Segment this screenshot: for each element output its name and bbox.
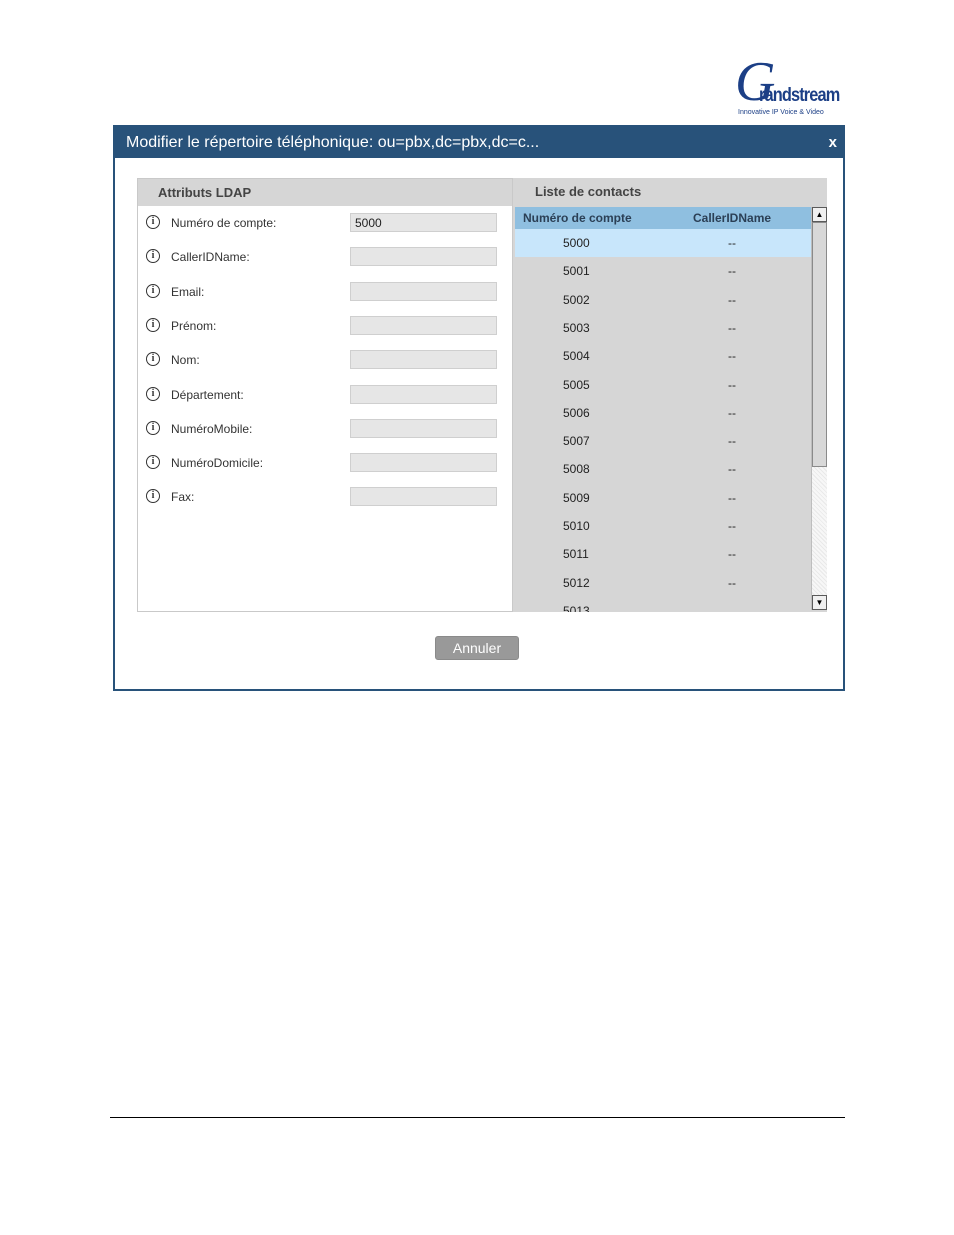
ldap-field-input[interactable] [350,384,497,404]
contact-row[interactable]: 5002 -- [515,286,811,314]
footer-divider [110,1117,845,1118]
info-icon[interactable]: i [146,455,160,470]
ldap-field-label: Département: [171,387,244,402]
ldap-field-label: CallerIDName: [171,250,250,265]
close-button[interactable]: x [829,134,837,151]
contact-callerid-name: -- [728,434,736,449]
contact-row[interactable]: 5001 -- [515,257,811,285]
contact-callerid-name: -- [728,575,736,590]
contacts-grid-body: 5000 -- 5001 -- 5002 -- 5003 -- 5004 -- 5005 -- 5006… [515,229,811,612]
contact-account-number: 5003 [563,320,590,335]
ldap-field-row: i NuméroMobile: [138,418,512,443]
ldap-field-label: Fax: [171,490,195,505]
contact-row[interactable]: 5005 -- [515,371,811,399]
column-header-callerid-name[interactable]: CallerIDName [693,211,771,225]
contact-account-number: 5013 [563,603,590,612]
scrollbar-thumb[interactable] [812,222,827,467]
contact-account-number: 5011 [563,547,589,562]
contact-account-number: 5001 [563,264,590,279]
contact-callerid-name: -- [728,405,736,420]
contact-account-number: 5010 [563,519,590,533]
arrow-up-icon[interactable]: ▲ [812,207,827,222]
ldap-field-label: Email: [171,284,205,299]
contact-account-number: 5012 [563,575,590,590]
logo-tagline: Innovative IP Voice & Video [738,109,824,116]
ldap-panel-header: Attributs LDAP [138,179,512,206]
ldap-field-input[interactable] [350,247,497,267]
cancel-button[interactable]: Annuler [435,636,519,660]
ldap-field-input[interactable] [350,453,497,473]
contact-list-panel: Liste de contacts Numéro de compte Calle… [513,178,827,612]
contact-row[interactable]: 5013 [515,597,811,612]
info-icon[interactable]: i [146,386,160,401]
contact-row[interactable]: 5004 -- [515,342,811,370]
ldap-field-input[interactable] [350,487,497,507]
info-icon[interactable]: i [146,352,160,367]
dialog-title: Modifier le répertoire téléphonique: ou=… [126,134,540,151]
info-icon[interactable]: i [146,489,160,504]
contact-account-number: 5005 [563,377,590,392]
info-icon[interactable]: i [146,283,160,298]
contact-row[interactable]: 5006 -- [515,399,811,427]
contact-callerid-name: -- [728,462,736,477]
ldap-field-label: NuméroMobile: [171,421,253,436]
contact-callerid-name: -- [728,236,736,250]
contact-account-number: 5009 [563,490,590,505]
ldap-field-row: i CallerIDName: [138,247,512,271]
contact-callerid-name: -- [728,264,736,279]
contacts-grid-header: Numéro de compte CallerIDName [515,207,811,229]
ldap-field-row: i NuméroDomicile: [138,453,512,477]
contact-callerid-name: -- [728,292,736,307]
grandstream-logo: G randstream Innovative IP Voice & Video [733,54,840,120]
contact-row[interactable]: 5008 -- [515,455,811,483]
contacts-scrollbar[interactable]: ▲ ▼ [811,207,827,610]
contact-account-number: 5002 [563,292,590,307]
contact-row[interactable]: 5007 -- [515,427,811,455]
contact-row[interactable]: 5010 -- [515,512,811,540]
ldap-field-row: i Département: [138,384,512,409]
ldap-field-row: i Email: [138,281,512,306]
info-icon[interactable]: i [146,215,160,229]
info-icon[interactable]: i [146,317,160,332]
edit-phonebook-dialog: Modifier le répertoire téléphonique: ou=… [113,125,845,691]
contact-account-number: 5004 [563,349,590,364]
contact-row[interactable]: 5012 -- [515,569,811,597]
ldap-field-input[interactable] [350,315,497,335]
contact-row[interactable]: 5003 -- [515,314,811,342]
ldap-field-input[interactable] [350,418,497,438]
contact-account-number: 5007 [563,434,590,449]
ldap-field-row: i Nom: [138,350,512,374]
ldap-field-row: i Numéro de compte: [138,213,512,237]
ldap-field-row: i Fax: [138,487,512,511]
ldap-field-label: Nom: [171,353,200,368]
contact-account-number: 5000 [563,236,590,250]
ldap-field-label: Prénom: [171,318,217,333]
contact-callerid-name: -- [728,490,736,505]
contact-callerid-name: -- [728,349,736,364]
contact-account-number: 5006 [563,405,590,420]
ldap-field-input[interactable] [350,281,497,301]
info-icon[interactable]: i [146,420,160,435]
contact-callerid-name: -- [728,519,736,533]
contact-row[interactable]: 5000 -- [515,229,811,257]
ldap-field-label: NuméroDomicile: [171,456,264,471]
dialog-titlebar: Modifier le répertoire téléphonique: ou=… [115,127,843,158]
contact-callerid-name: -- [728,320,736,335]
info-icon[interactable]: i [146,249,160,264]
contact-callerid-name: -- [728,547,736,562]
contact-callerid-name: -- [728,377,736,392]
ldap-field-row: i Prénom: [138,315,512,340]
ldap-field-input[interactable] [350,350,497,370]
column-header-account-number[interactable]: Numéro de compte [523,211,632,225]
contacts-panel-header: Liste de contacts [513,178,827,205]
contact-row[interactable]: 5011 -- [515,540,811,568]
contact-row[interactable]: 5009 -- [515,484,811,512]
contact-account-number: 5008 [563,462,590,477]
arrow-down-icon[interactable]: ▼ [812,595,827,610]
ldap-attributes-panel: Attributs LDAP i Numéro de compte: i Caller… [137,178,513,612]
ldap-field-input[interactable] [350,213,497,232]
ldap-field-label: Numéro de compte: [171,216,277,230]
logo-wordmark: randstream [759,85,840,106]
